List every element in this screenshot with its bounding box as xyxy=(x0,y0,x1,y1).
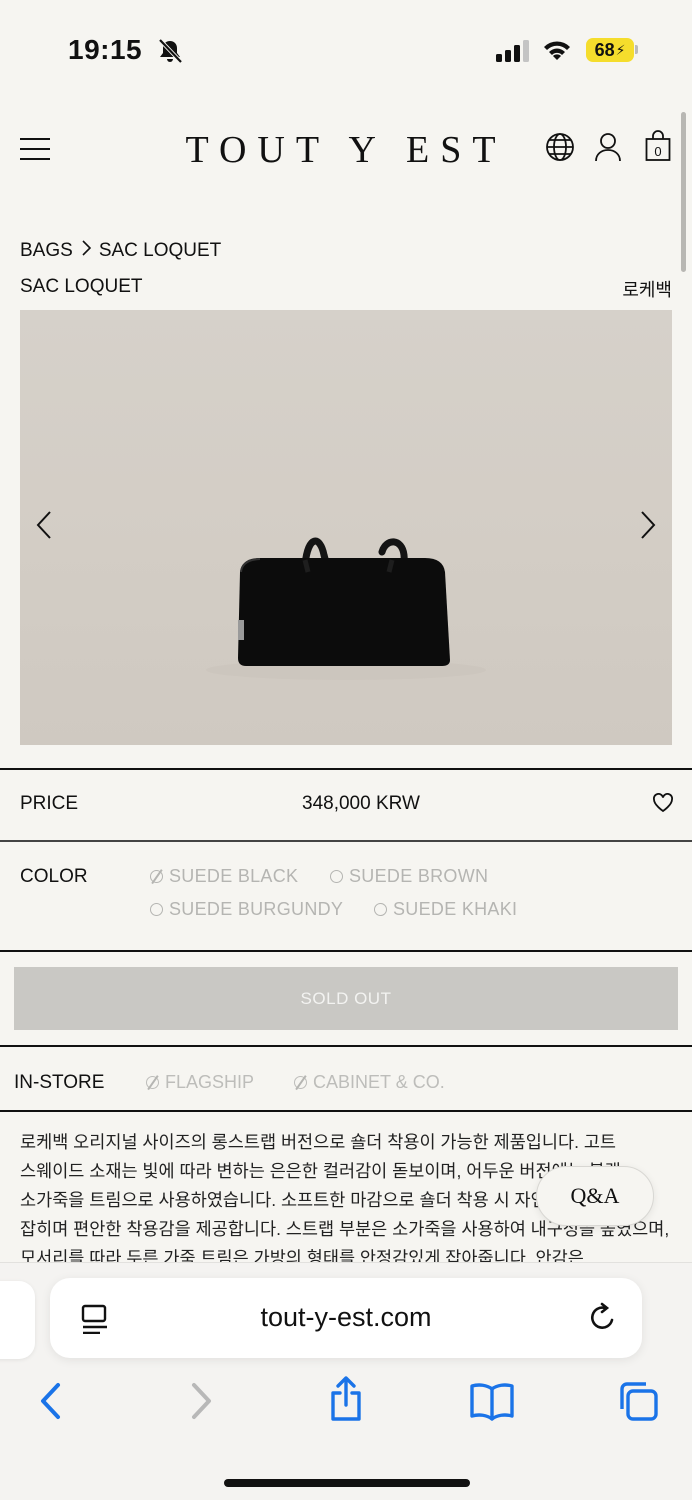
wifi-icon xyxy=(542,38,572,67)
address-bar[interactable]: tout-y-est.com xyxy=(50,1278,642,1358)
breadcrumb-bags[interactable]: BAGS xyxy=(20,240,73,262)
page-scrollbar[interactable] xyxy=(681,112,686,272)
gallery-next-arrow-icon[interactable] xyxy=(640,510,656,545)
color-option-suede-khaki[interactable]: SUEDE KHAKI xyxy=(374,899,517,920)
color-option-suede-black[interactable]: SUEDE BLACK xyxy=(150,866,298,887)
reload-icon[interactable] xyxy=(588,1302,618,1339)
instore-label: IN-STORE xyxy=(14,1072,105,1093)
cart-icon[interactable]: 0 xyxy=(645,130,671,167)
bell-muted-icon xyxy=(156,38,184,69)
product-title: SAC LOQUET xyxy=(20,276,143,297)
color-label: COLOR xyxy=(20,866,88,887)
divider xyxy=(0,1045,692,1047)
store-option-label: FLAGSHIP xyxy=(165,1072,255,1092)
status-bar: 19:15 68 ⚡ xyxy=(0,0,692,100)
color-option-suede-brown[interactable]: SUEDE BROWN xyxy=(330,866,488,887)
share-icon[interactable] xyxy=(326,1375,366,1428)
qa-button[interactable]: Q&A xyxy=(536,1166,654,1226)
product-image-gallery[interactable] xyxy=(20,310,672,745)
color-option-label: SUEDE BROWN xyxy=(349,866,489,886)
brand-logo[interactable]: TOUT Y EST xyxy=(0,128,692,172)
home-indicator xyxy=(224,1479,470,1487)
tabs-icon[interactable] xyxy=(616,1379,660,1428)
product-photo xyxy=(206,537,486,680)
forward-arrow-icon[interactable] xyxy=(188,1381,214,1426)
battery-indicator: 68 ⚡ xyxy=(586,38,634,62)
previous-tab-preview[interactable] xyxy=(0,1281,35,1359)
unavailable-circle-icon xyxy=(150,870,163,883)
account-icon[interactable] xyxy=(595,132,621,167)
bookmarks-icon[interactable] xyxy=(468,1381,516,1426)
color-option-suede-burgundy[interactable]: SUEDE BURGUNDY xyxy=(150,899,343,920)
color-option-label: SUEDE KHAKI xyxy=(393,899,518,919)
radio-circle-icon xyxy=(374,903,387,916)
charging-icon: ⚡ xyxy=(615,41,626,58)
store-option-cabinet[interactable]: CABINET & CO. xyxy=(294,1072,445,1093)
cellular-signal-icon xyxy=(496,40,530,67)
cart-count: 0 xyxy=(654,144,661,159)
url-text: tout-y-est.com xyxy=(260,1302,432,1332)
store-option-flagship[interactable]: FLAGSHIP xyxy=(146,1072,254,1093)
sold-out-button[interactable]: SOLD OUT xyxy=(14,967,678,1030)
breadcrumb: BAGS SAC LOQUET xyxy=(20,240,221,262)
site-header: TOUT Y EST 0 xyxy=(0,120,692,180)
price-value: 348,000 KRW xyxy=(302,793,420,814)
battery-cap xyxy=(635,45,638,54)
wishlist-heart-icon[interactable] xyxy=(652,793,674,818)
radio-circle-icon xyxy=(150,903,163,916)
globe-icon[interactable] xyxy=(545,132,575,167)
divider xyxy=(0,1110,692,1112)
unavailable-circle-icon xyxy=(294,1076,307,1089)
product-title-korean: 로케백 xyxy=(622,280,672,300)
gallery-prev-arrow-icon[interactable] xyxy=(36,510,52,545)
breadcrumb-product[interactable]: SAC LOQUET xyxy=(99,240,221,262)
radio-circle-icon xyxy=(330,870,343,883)
chevron-right-icon xyxy=(81,240,91,262)
divider xyxy=(0,950,692,952)
back-arrow-icon[interactable] xyxy=(38,1381,64,1426)
price-label: PRICE xyxy=(20,793,79,814)
divider xyxy=(0,840,692,842)
divider xyxy=(0,768,692,770)
status-time: 19:15 xyxy=(68,34,143,65)
unavailable-circle-icon xyxy=(146,1076,159,1089)
color-option-label: SUEDE BLACK xyxy=(169,866,299,886)
battery-level: 68 xyxy=(594,39,615,60)
browser-toolbar: tout-y-est.com xyxy=(0,1262,692,1500)
store-option-label: CABINET & CO. xyxy=(313,1072,445,1092)
color-option-label: SUEDE BURGUNDY xyxy=(169,899,344,919)
